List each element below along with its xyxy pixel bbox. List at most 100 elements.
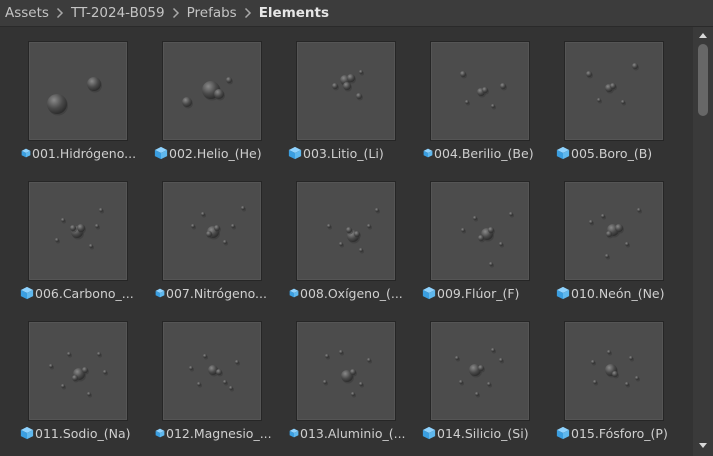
thumbnail-image — [586, 63, 639, 106]
scroll-up-arrow-icon[interactable] — [697, 29, 709, 41]
thumbnail-image — [191, 206, 246, 246]
breadcrumb-prefabs[interactable]: Prefabs — [187, 5, 237, 21]
thumbnail-image — [182, 77, 233, 109]
prefab-icon — [422, 286, 436, 300]
asset-thumbnail[interactable] — [564, 181, 664, 281]
asset-thumbnail[interactable] — [430, 181, 530, 281]
thumbnail-image — [327, 208, 380, 254]
asset-thumbnail[interactable] — [430, 321, 530, 421]
thumbnail-image — [47, 77, 102, 116]
asset-label: 008.Oxígeno_(... — [288, 285, 414, 301]
asset-name: 006.Carbono_... — [35, 285, 134, 301]
asset-thumbnail[interactable] — [162, 321, 262, 421]
asset-item[interactable]: 005.Boro_(B) — [556, 41, 682, 171]
chevron-right-icon — [172, 7, 180, 19]
asset-item[interactable]: 004.Berilio_(Be) — [422, 41, 548, 171]
prefab-icon — [556, 286, 570, 300]
asset-label: 012.Magnesio_... — [154, 425, 280, 441]
prefab-icon — [288, 146, 302, 160]
breadcrumb-elements[interactable]: Elements — [259, 5, 329, 21]
prefab-variant-icon — [289, 428, 299, 438]
asset-label: 011.Sodio_(Na) — [20, 425, 146, 441]
asset-item[interactable]: 006.Carbono_... — [20, 181, 146, 311]
prefab-icon — [154, 146, 168, 160]
asset-name: 010.Neón_(Ne) — [571, 285, 665, 301]
breadcrumb-assets[interactable]: Assets — [5, 5, 49, 21]
thumbnail-image — [323, 350, 372, 398]
asset-item[interactable]: 007.Nitrógeno... — [154, 181, 280, 311]
asset-name: 009.Flúor_(F) — [437, 285, 520, 301]
breadcrumb-project[interactable]: TT-2024-B059 — [71, 5, 165, 21]
asset-thumbnail[interactable] — [162, 41, 262, 141]
asset-label: 001.Hidrógeno... — [20, 145, 146, 161]
asset-label: 005.Boro_(B) — [556, 145, 682, 161]
asset-item[interactable]: 011.Sodio_(Na) — [20, 321, 146, 451]
asset-name: 012.Magnesio_... — [166, 425, 272, 441]
asset-thumbnail[interactable] — [162, 181, 262, 281]
asset-thumbnail[interactable] — [28, 41, 128, 141]
asset-item[interactable]: 015.Fósforo_(P) — [556, 321, 682, 451]
thumbnail-image — [455, 348, 504, 398]
vertical-scrollbar[interactable] — [693, 27, 713, 456]
asset-label: 003.Litio_(Li) — [288, 145, 414, 161]
asset-thumbnail[interactable] — [296, 321, 396, 421]
asset-label: 013.Aluminio_(... — [288, 425, 414, 441]
asset-label: 015.Fósforo_(P) — [556, 425, 682, 441]
asset-thumbnail[interactable] — [28, 181, 128, 281]
asset-label: 007.Nitrógeno... — [154, 285, 280, 301]
thumbnail-image — [589, 208, 642, 260]
prefab-variant-icon — [423, 148, 433, 158]
thumbnail-image — [332, 70, 364, 101]
prefab-variant-icon — [155, 428, 165, 438]
asset-label: 004.Berilio_(Be) — [422, 145, 548, 161]
asset-item[interactable]: 002.Helio_(He) — [154, 41, 280, 171]
prefab-icon — [20, 286, 34, 300]
thumbnail-image — [460, 71, 507, 110]
asset-name: 013.Aluminio_(... — [300, 425, 406, 441]
asset-item[interactable]: 001.Hidrógeno... — [20, 41, 146, 171]
asset-label: 010.Neón_(Ne) — [556, 285, 682, 301]
asset-thumbnail[interactable] — [430, 41, 530, 141]
asset-thumbnail[interactable] — [296, 181, 396, 281]
asset-item[interactable]: 013.Aluminio_(... — [288, 321, 414, 451]
asset-name: 002.Helio_(He) — [169, 145, 262, 161]
asset-label: 006.Carbono_... — [20, 285, 146, 301]
asset-name: 014.Silicio_(Si) — [437, 425, 529, 441]
asset-label: 009.Flúor_(F) — [422, 285, 548, 301]
thumbnail-image — [591, 350, 640, 388]
asset-item[interactable]: 012.Magnesio_... — [154, 321, 280, 451]
prefab-variant-icon — [21, 148, 31, 158]
asset-item[interactable]: 009.Flúor_(F) — [422, 181, 548, 311]
thumbnail-image — [461, 212, 514, 268]
chevron-right-icon — [56, 7, 64, 19]
thumbnail-image — [189, 354, 240, 392]
asset-name: 015.Fósforo_(P) — [571, 425, 668, 441]
asset-name: 003.Litio_(Li) — [303, 145, 384, 161]
chevron-right-icon — [244, 7, 252, 19]
prefab-icon — [556, 426, 570, 440]
asset-item[interactable]: 003.Litio_(Li) — [288, 41, 414, 171]
asset-grid: 001.Hidrógeno... 002.Helio_(He) 003.Litio_… — [0, 27, 693, 456]
breadcrumb: Assets TT-2024-B059 Prefabs Elements — [0, 0, 713, 27]
asset-label: 014.Silicio_(Si) — [422, 425, 548, 441]
asset-item[interactable]: 014.Silicio_(Si) — [422, 321, 548, 451]
asset-thumbnail[interactable] — [296, 41, 396, 141]
prefab-variant-icon — [289, 288, 299, 298]
asset-thumbnail[interactable] — [28, 321, 128, 421]
asset-thumbnail[interactable] — [564, 321, 664, 421]
asset-name: 007.Nitrógeno... — [166, 285, 267, 301]
scroll-down-arrow-icon[interactable] — [697, 440, 709, 452]
thumbnail-image — [55, 208, 104, 250]
prefab-icon — [556, 146, 570, 160]
asset-name: 008.Oxígeno_(... — [300, 285, 403, 301]
prefab-variant-icon — [155, 288, 165, 298]
asset-label: 002.Helio_(He) — [154, 145, 280, 161]
asset-item[interactable]: 008.Oxígeno_(... — [288, 181, 414, 311]
asset-name: 001.Hidrógeno... — [32, 145, 137, 161]
thumbnail-image — [49, 352, 108, 398]
scrollbar-thumb[interactable] — [698, 44, 708, 116]
prefab-icon — [422, 426, 436, 440]
prefab-icon — [20, 426, 34, 440]
asset-thumbnail[interactable] — [564, 41, 664, 141]
asset-item[interactable]: 010.Neón_(Ne) — [556, 181, 682, 311]
